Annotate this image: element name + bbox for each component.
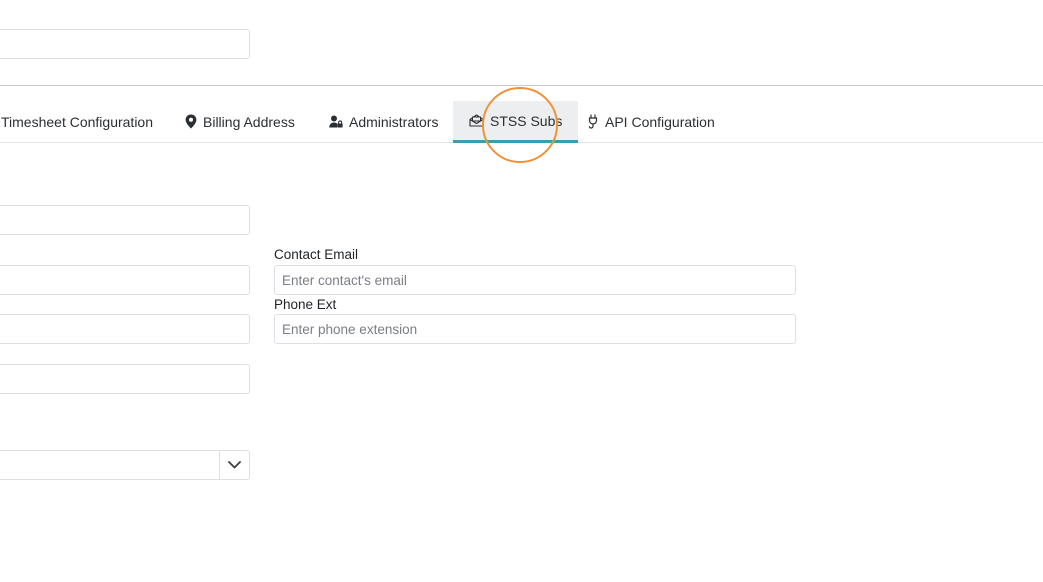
contact-email-input[interactable] bbox=[274, 265, 796, 295]
tab-label: Timesheet Configuration bbox=[1, 113, 154, 130]
tab-administrators[interactable]: Administrators bbox=[329, 101, 438, 142]
tab-bar: Timesheet Configuration Billing Address … bbox=[0, 101, 1043, 143]
plug-icon bbox=[587, 114, 599, 129]
user-lock-icon bbox=[329, 115, 343, 128]
select-partial[interactable] bbox=[0, 450, 250, 480]
chevron-down-icon[interactable] bbox=[220, 451, 249, 479]
envelope-open-icon bbox=[469, 114, 484, 127]
tab-label: API Configuration bbox=[605, 113, 715, 130]
top-input-partial[interactable] bbox=[0, 29, 250, 59]
section-divider bbox=[0, 85, 1043, 86]
tab-label: Billing Address bbox=[203, 113, 295, 130]
phone-ext-label: Phone Ext bbox=[274, 297, 337, 312]
left-input-4[interactable] bbox=[0, 364, 250, 394]
map-pin-icon bbox=[185, 114, 197, 129]
left-input-2[interactable] bbox=[0, 265, 250, 295]
left-input-3[interactable] bbox=[0, 314, 250, 344]
phone-ext-input[interactable] bbox=[274, 314, 796, 344]
tab-label: Administrators bbox=[349, 113, 439, 130]
tab-api-configuration[interactable]: API Configuration bbox=[587, 101, 715, 142]
tab-billing-address[interactable]: Billing Address bbox=[185, 101, 295, 142]
tab-label: STSS Subs bbox=[490, 112, 563, 129]
left-input-1[interactable] bbox=[0, 205, 250, 235]
contact-email-label: Contact Email bbox=[274, 247, 359, 262]
tab-stss-subs[interactable]: STSS Subs bbox=[453, 101, 579, 143]
tab-timesheet-configuration[interactable]: Timesheet Configuration bbox=[1, 101, 153, 142]
